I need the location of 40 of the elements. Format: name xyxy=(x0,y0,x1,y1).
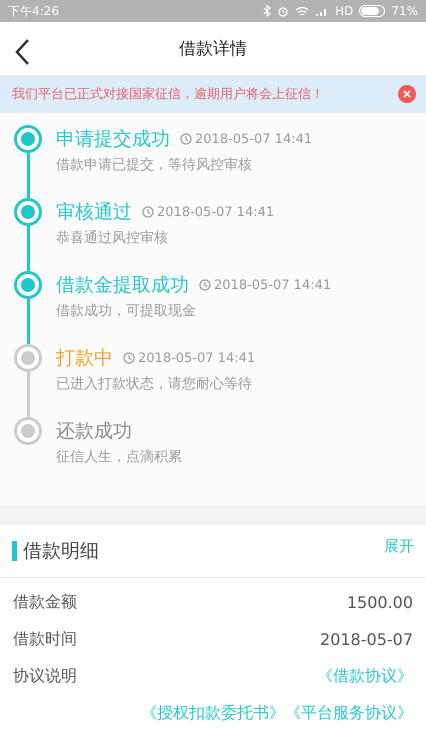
step-description: 恭喜通过风控审核 xyxy=(56,229,169,247)
step-description: 借款成功，可提取现金 xyxy=(56,302,197,320)
step-title: 借款金提取成功 xyxy=(56,273,189,298)
clock-icon xyxy=(180,133,192,145)
step-description: 已进入打款状态，请您耐心等待 xyxy=(56,375,253,393)
detail-label: 借款金额 xyxy=(13,592,77,613)
detail-label: 协议说明 xyxy=(13,666,77,687)
step-time: 2018-05-07 14:41 xyxy=(214,278,332,292)
clock-icon xyxy=(199,279,211,291)
clock-icon xyxy=(142,206,154,218)
notice-text: 我们平台已正式对接国家征信，逾期用户将会上征信！ xyxy=(12,86,325,103)
clock-icon xyxy=(123,352,135,364)
agreement-link[interactable]: 《授权扣款委托书》 xyxy=(141,703,285,724)
step-title: 打款中 xyxy=(56,346,113,371)
section-title: 借款明细 xyxy=(23,539,100,564)
detail-label: 借款时间 xyxy=(13,629,77,650)
agreement-link[interactable]: 《借款协议》 xyxy=(317,666,413,687)
wifi-icon xyxy=(295,6,310,16)
step-description: 征信人生，点滴积累 xyxy=(56,448,182,466)
step-title: 还款成功 xyxy=(56,419,132,444)
battery-icon xyxy=(359,5,386,17)
close-button[interactable] xyxy=(398,85,416,103)
detail-value: 1500.00 xyxy=(346,593,413,612)
alarm-icon xyxy=(277,5,290,17)
step-title: 审核通过 xyxy=(56,200,132,225)
network-type: HD xyxy=(335,4,354,18)
battery-level: 71% xyxy=(391,4,418,18)
accent-bar xyxy=(12,541,17,561)
step-time: 2018-05-07 14:41 xyxy=(138,350,256,366)
agreement-link[interactable]: 《平台服务协议》 xyxy=(285,703,413,724)
step-time: 2018-05-07 14:41 xyxy=(157,204,274,220)
close-icon xyxy=(403,90,411,98)
page-title: 借款详情 xyxy=(179,38,247,60)
step-description: 借款申请已提交，等待风控审核 xyxy=(56,156,253,174)
status-time: 下午4:26 xyxy=(8,2,59,20)
step-title: 申请提交成功 xyxy=(56,127,170,152)
detail-value: 2018-05-07 xyxy=(320,630,413,649)
step-time: 2018-05-07 14:41 xyxy=(195,132,312,146)
expand-button[interactable]: 展开 xyxy=(384,537,414,556)
bluetooth-icon xyxy=(263,5,272,17)
